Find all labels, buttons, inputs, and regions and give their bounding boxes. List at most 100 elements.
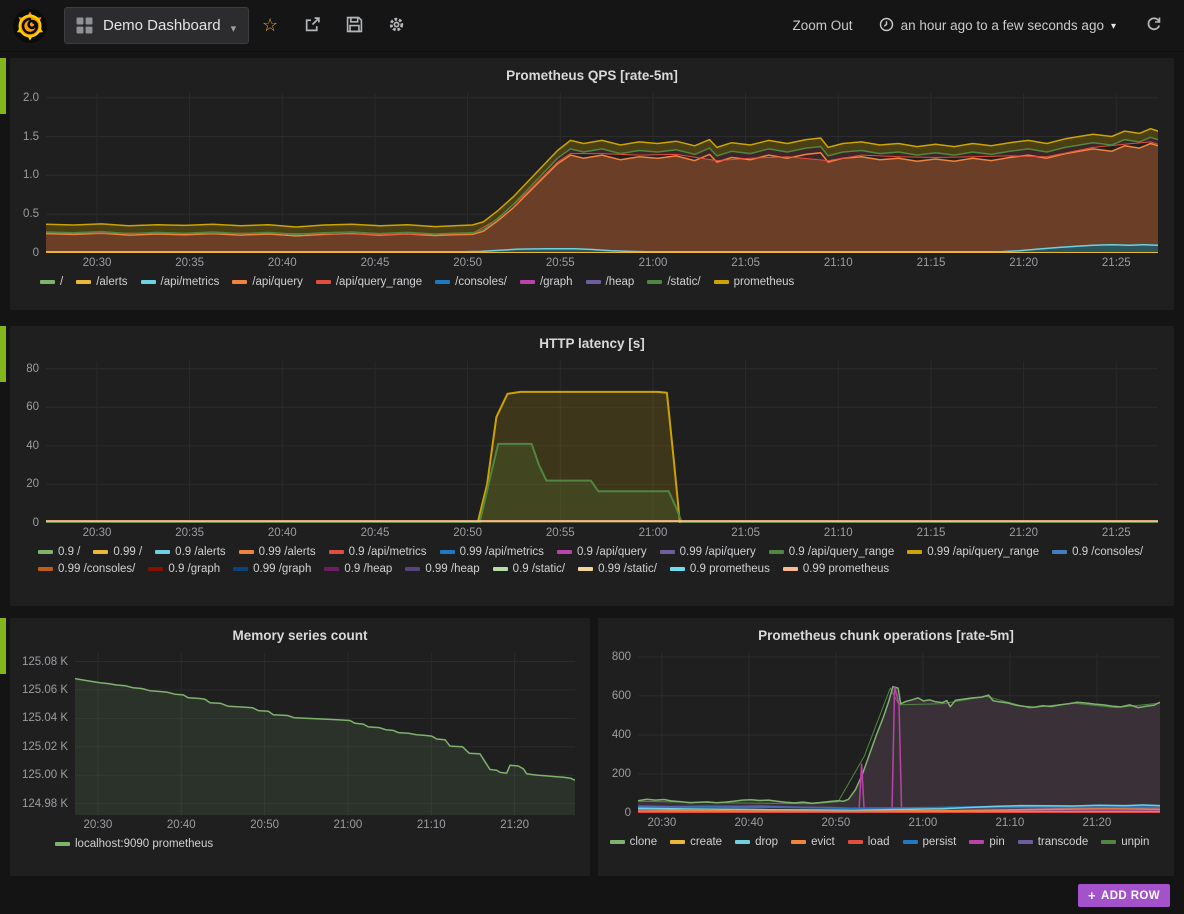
legend-item[interactable]: drop [735, 836, 778, 848]
refresh-icon[interactable] [1142, 16, 1166, 35]
plus-icon: + [1088, 888, 1096, 903]
share-icon[interactable] [291, 16, 333, 36]
y-tick-label: 125.04 K [22, 712, 68, 724]
x-tick-label: 20:40 [735, 817, 764, 829]
row-collapse-tab[interactable] [0, 326, 6, 382]
chunk-ops-legend: clone create drop evict load persist pin transc… [598, 836, 1174, 848]
legend-item[interactable]: 0.9 /heap [324, 563, 392, 575]
legend-item[interactable]: 0.99 /api/query_range [907, 546, 1039, 558]
legend-item[interactable]: 0.99 /heap [405, 563, 479, 575]
legend-item[interactable]: 0.99 /static/ [578, 563, 657, 575]
y-tick-label: 125.00 K [22, 769, 68, 781]
time-range-label: an hour ago to a few seconds ago [901, 18, 1104, 33]
panel-title[interactable]: Memory series count [10, 623, 590, 647]
legend-item[interactable]: create [670, 836, 722, 848]
legend-item[interactable]: 0.9 /consoles/ [1052, 546, 1143, 558]
legend-item[interactable]: /api/metrics [141, 276, 220, 288]
x-tick-label: 20:40 [268, 527, 297, 539]
save-icon[interactable] [333, 16, 375, 36]
chart-canvas [46, 93, 1158, 253]
legend-item[interactable]: localhost:9090 prometheus [55, 838, 213, 850]
x-tick-label: 21:10 [417, 819, 446, 831]
panel-http-latency: HTTP latency [s] 020406080 20:3020:3520:… [10, 326, 1174, 606]
latency-legend: 0.9 / 0.99 / 0.9 /alerts 0.99 /alerts 0.9 /a… [10, 546, 1174, 575]
legend-item[interactable]: / [40, 276, 63, 288]
legend-item[interactable]: 0.9 /alerts [155, 546, 226, 558]
panel-title[interactable]: HTTP latency [s] [10, 331, 1174, 355]
legend-item[interactable]: /api/query [232, 276, 303, 288]
latency-chart-plot[interactable] [46, 361, 1158, 523]
legend-item[interactable]: /graph [520, 276, 573, 288]
x-tick-label: 20:30 [84, 819, 113, 831]
panel-title[interactable]: Prometheus QPS [rate-5m] [10, 63, 1174, 87]
legend-item[interactable]: /api/query_range [316, 276, 422, 288]
legend-item[interactable]: 0.9 /api/query_range [769, 546, 895, 558]
legend-item[interactable]: 0.99 / [93, 546, 142, 558]
y-tick-label: 1.0 [23, 169, 39, 181]
star-icon[interactable]: ☆ [249, 15, 291, 36]
y-tick-label: 400 [612, 729, 631, 741]
zoom-out-button[interactable]: Zoom Out [793, 18, 853, 33]
x-tick-label: 21:15 [917, 257, 946, 269]
time-range-picker[interactable]: an hour ago to a few seconds ago ▾ [879, 17, 1116, 35]
x-tick-label: 20:30 [648, 817, 677, 829]
chart-canvas [638, 653, 1160, 813]
navbar: Demo Dashboard ▾ ☆ Zoom Out an hour ago … [0, 0, 1184, 52]
legend-item[interactable]: clone [610, 836, 658, 848]
legend-item[interactable]: persist [903, 836, 957, 848]
qps-legend: / /alerts/api/metrics/api/query/api/query… [10, 276, 1174, 288]
x-tick-label: 20:50 [822, 817, 851, 829]
legend-item[interactable]: /alerts [76, 276, 127, 288]
memory-chart-plot[interactable] [75, 653, 575, 815]
row-collapse-tab[interactable] [0, 58, 6, 114]
panel-title[interactable]: Prometheus chunk operations [rate-5m] [598, 623, 1174, 647]
legend-item[interactable]: unpin [1101, 836, 1149, 848]
y-tick-label: 125.02 K [22, 741, 68, 753]
legend-item[interactable]: 0.99 /api/metrics [440, 546, 544, 558]
legend-item[interactable]: evict [791, 836, 835, 848]
chunk-ops-chart-plot[interactable] [638, 653, 1160, 813]
legend-item[interactable]: /consoles/ [435, 276, 507, 288]
legend-item[interactable]: prometheus [714, 276, 795, 288]
legend-item[interactable]: 0.99 /alerts [239, 546, 316, 558]
x-tick-label: 20:55 [546, 257, 575, 269]
y-tick-label: 40 [26, 440, 39, 452]
x-tick-label: 21:10 [824, 257, 853, 269]
legend-item[interactable]: transcode [1018, 836, 1089, 848]
dashboard-picker[interactable]: Demo Dashboard ▾ [64, 7, 249, 44]
legend-item[interactable]: 0.9 /api/metrics [329, 546, 427, 558]
panel-prometheus-qps: Prometheus QPS [rate-5m] 00.51.01.52.0 2… [10, 58, 1174, 310]
legend-item[interactable]: 0.9 /api/query [557, 546, 647, 558]
legend-item[interactable]: 0.9 /static/ [493, 563, 565, 575]
grafana-logo[interactable] [12, 8, 48, 44]
legend-item[interactable]: /heap [586, 276, 635, 288]
legend-item[interactable]: 0.9 prometheus [670, 563, 770, 575]
y-tick-label: 2.0 [23, 92, 39, 104]
x-tick-label: 20:50 [250, 819, 279, 831]
caret-down-icon: ▾ [231, 22, 237, 35]
x-tick-label: 20:35 [175, 257, 204, 269]
legend-item[interactable]: pin [969, 836, 1004, 848]
legend-item[interactable]: load [848, 836, 890, 848]
legend-item[interactable]: 0.99 /graph [233, 563, 311, 575]
y-tick-label: 80 [26, 363, 39, 375]
qps-chart-plot[interactable] [46, 93, 1158, 253]
y-tick-label: 800 [612, 651, 631, 663]
legend-item[interactable]: 0.99 /consoles/ [38, 563, 135, 575]
y-tick-label: 125.08 K [22, 656, 68, 668]
settings-gear-icon[interactable] [375, 16, 417, 36]
add-row-button[interactable]: + ADD ROW [1078, 884, 1170, 907]
y-tick-label: 0 [625, 807, 631, 819]
legend-item[interactable]: 0.99 /api/query [660, 546, 756, 558]
dashboards-grid-icon [76, 17, 93, 34]
x-tick-label: 21:05 [731, 527, 760, 539]
x-tick-label: 21:20 [500, 819, 529, 831]
legend-item[interactable]: 0.99 prometheus [783, 563, 889, 575]
legend-item[interactable]: /static/ [647, 276, 700, 288]
y-tick-label: 60 [26, 401, 39, 413]
x-tick-label: 20:50 [453, 527, 482, 539]
legend-item[interactable]: 0.9 / [38, 546, 80, 558]
y-axis: 0200400600800 [598, 653, 638, 813]
row-collapse-tab[interactable] [0, 618, 6, 674]
legend-item[interactable]: 0.9 /graph [148, 563, 220, 575]
